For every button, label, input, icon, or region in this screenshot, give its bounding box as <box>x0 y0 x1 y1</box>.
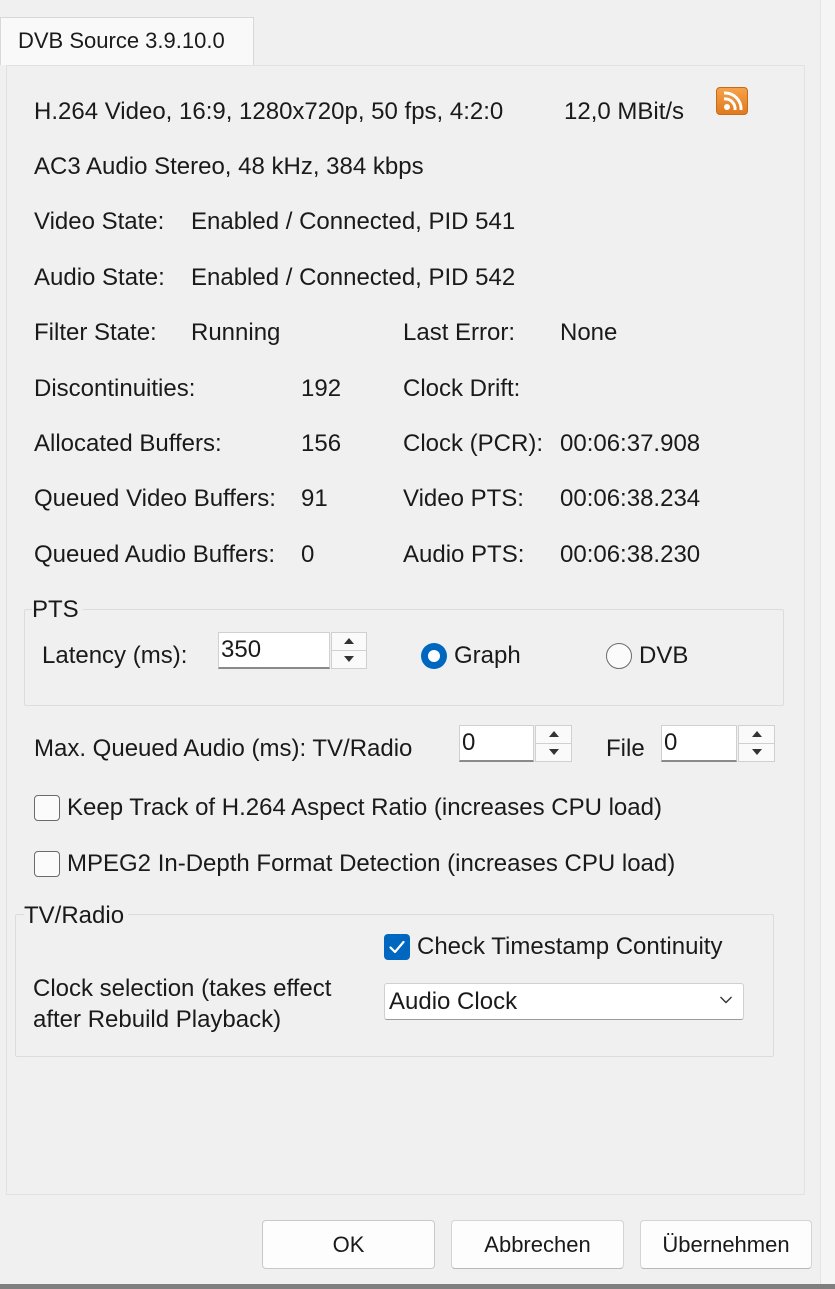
latency-label: Latency (ms): <box>42 642 188 669</box>
clock-selection-value: Audio Clock <box>389 988 518 1015</box>
arrow-up-icon <box>548 731 559 738</box>
allocated-buffers-value: 156 <box>301 430 342 457</box>
keep-track-checkbox[interactable] <box>34 795 60 821</box>
clock-selection-label-line2: after Rebuild Playback) <box>33 1006 282 1033</box>
file-decrement-button[interactable] <box>739 744 774 762</box>
audio-pts-value: 00:06:38.230 <box>560 541 701 568</box>
mpeg2-detection-label[interactable]: MPEG2 In-Depth Format Detection (increas… <box>67 849 675 879</box>
chevron-down-icon <box>720 996 732 1004</box>
apply-button[interactable]: Übernehmen <box>640 1220 812 1269</box>
clock-selection-label-line1: Clock selection (takes effect <box>33 975 332 1002</box>
file-queued-input[interactable] <box>661 725 737 762</box>
arrow-down-icon <box>751 749 762 756</box>
arrow-up-icon <box>751 731 762 738</box>
audio-format-text: AC3 Audio Stereo, 48 kHz, 384 kbps <box>34 153 424 180</box>
latency-spinner[interactable] <box>331 632 367 669</box>
video-pts-label: Video PTS: <box>403 485 524 512</box>
filter-state-value: Running <box>191 319 281 346</box>
window-bottom-edge <box>0 1284 835 1289</box>
checkmark-icon <box>389 940 405 954</box>
queued-video-buffers-label: Queued Video Buffers: <box>34 485 276 512</box>
file-queued-spinner[interactable] <box>738 725 775 762</box>
rss-icon[interactable] <box>716 87 748 115</box>
clock-drift-label: Clock Drift: <box>403 375 521 402</box>
audio-state-label: Audio State: <box>34 264 165 291</box>
check-timestamp-checkbox[interactable] <box>384 934 410 960</box>
last-error-value: None <box>560 319 618 346</box>
radio-graph[interactable] <box>421 643 447 669</box>
filter-state-label: Filter State: <box>34 319 157 346</box>
arrow-up-icon <box>344 638 354 645</box>
queued-audio-buffers-label: Queued Audio Buffers: <box>34 541 276 568</box>
video-pts-value: 00:06:38.234 <box>560 485 701 512</box>
max-queued-audio-label: Max. Queued Audio (ms): TV/Radio <box>34 735 413 762</box>
tv-radio-queued-spinner[interactable] <box>535 725 572 762</box>
tab-dvb-source[interactable]: DVB Source 3.9.10.0 <box>0 17 254 65</box>
arrow-down-icon <box>344 656 354 663</box>
tv-radio-increment-button[interactable] <box>536 726 571 744</box>
file-increment-button[interactable] <box>739 726 774 744</box>
queued-video-buffers-value: 91 <box>301 485 328 512</box>
window-right-border <box>820 0 835 1289</box>
discontinuities-value: 192 <box>301 375 342 402</box>
file-label: File <box>606 735 645 762</box>
allocated-buffers-label: Allocated Buffers: <box>34 430 222 457</box>
check-timestamp-label[interactable]: Check Timestamp Continuity <box>417 932 722 962</box>
video-format-text: H.264 Video, 16:9, 1280x720p, 50 fps, 4:… <box>34 98 504 125</box>
pts-group-title: PTS <box>32 595 83 625</box>
latency-increment-button[interactable] <box>332 633 366 651</box>
discontinuities-label: Discontinuities: <box>34 375 196 402</box>
audio-state-value: Enabled / Connected, PID 542 <box>191 264 516 291</box>
latency-decrement-button[interactable] <box>332 651 366 669</box>
cancel-button[interactable]: Abbrechen <box>451 1220 624 1269</box>
radio-graph-label[interactable]: Graph <box>454 641 521 671</box>
clock-pcr-value: 00:06:37.908 <box>560 430 701 457</box>
radio-dvb-label[interactable]: DVB <box>639 641 688 671</box>
arrow-down-icon <box>548 749 559 756</box>
tv-radio-queued-input[interactable] <box>459 725 534 762</box>
clock-pcr-label: Clock (PCR): <box>403 430 544 457</box>
keep-track-label[interactable]: Keep Track of H.264 Aspect Ratio (increa… <box>67 793 662 823</box>
latency-input[interactable] <box>218 632 330 669</box>
tv-radio-decrement-button[interactable] <box>536 744 571 762</box>
tv-radio-group-title: TV/Radio <box>24 901 129 931</box>
ok-button[interactable]: OK <box>262 1220 435 1269</box>
clock-selection-dropdown[interactable]: Audio Clock <box>384 983 744 1020</box>
mpeg2-detection-checkbox[interactable] <box>34 851 60 877</box>
queued-audio-buffers-value: 0 <box>301 541 315 568</box>
last-error-label: Last Error: <box>403 319 516 346</box>
radio-dvb[interactable] <box>606 643 632 669</box>
video-state-label: Video State: <box>34 208 165 235</box>
audio-pts-label: Audio PTS: <box>403 541 525 568</box>
video-state-value: Enabled / Connected, PID 541 <box>191 208 516 235</box>
bitrate-text: 12,0 MBit/s <box>564 98 685 125</box>
